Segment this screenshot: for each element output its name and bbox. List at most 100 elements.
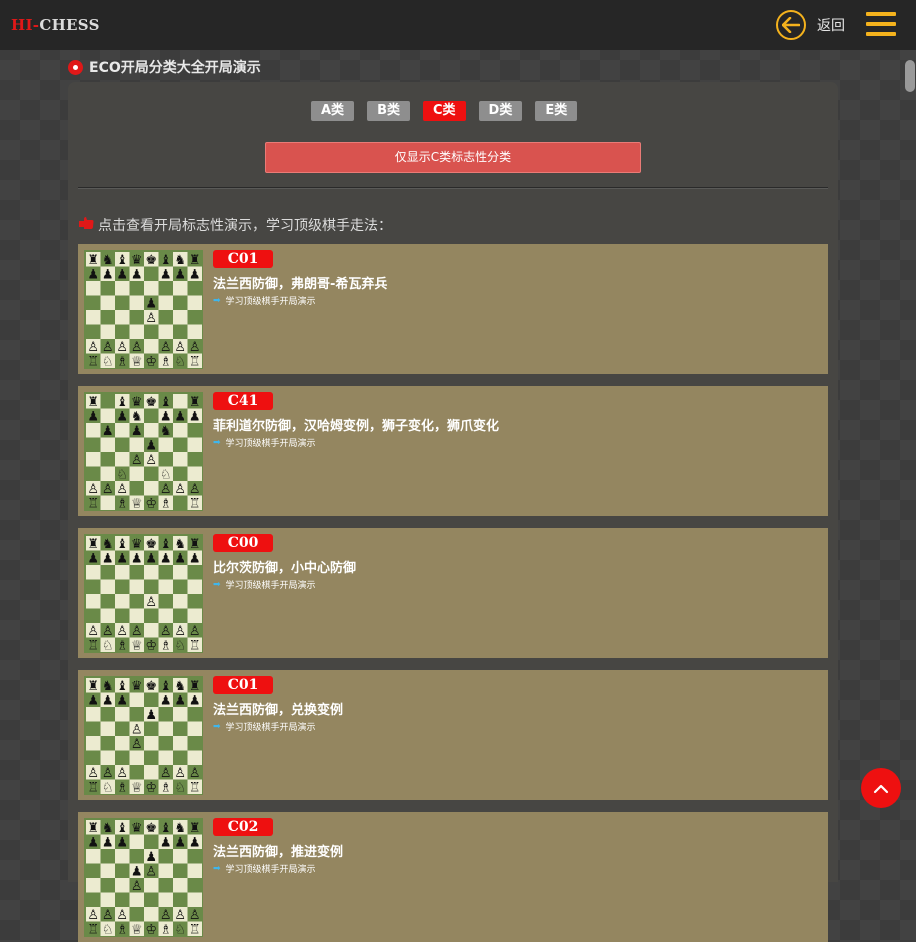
arrow-right-icon: ➡	[213, 437, 221, 448]
demo-link[interactable]: ➡ 学习顶级棋手开局演示	[213, 294, 316, 308]
svg-text:♖: ♖	[87, 922, 99, 937]
svg-text:♝: ♝	[160, 821, 172, 836]
svg-text:♗: ♗	[116, 638, 128, 653]
svg-text:♗: ♗	[160, 496, 172, 511]
eco-code-badge: C01	[213, 250, 273, 268]
tab-a[interactable]: A类	[311, 101, 355, 121]
svg-text:♛: ♛	[131, 395, 143, 410]
svg-text:♜: ♜	[87, 821, 99, 836]
svg-text:♘: ♘	[102, 638, 114, 653]
logo-chess: CHESS	[39, 16, 100, 34]
svg-text:♙: ♙	[102, 482, 114, 497]
svg-text:♜: ♜	[189, 537, 201, 552]
svg-text:♝: ♝	[160, 253, 172, 268]
opening-card[interactable]: ♜ ♝ ♛ ♚ ♝ ♜ ♟ ♟ ♞ ♟ ♟ ♟ ♟ ♟ ♞ ♟ ♙ ♙ ♘ ♘ ♙ ♙ ♙ ♙ ♙ ♙ ♖ ♗ ♕ ♔ ♗ ♖ C41 菲利道…	[78, 386, 828, 516]
svg-text:♟: ♟	[102, 693, 114, 708]
arrow-left-circle-icon	[776, 10, 806, 40]
eco-code-badge: C41	[213, 392, 273, 410]
svg-text:♔: ♔	[145, 922, 157, 937]
back-button[interactable]: 返回	[776, 10, 845, 40]
svg-text:♙: ♙	[87, 766, 99, 781]
svg-text:♟: ♟	[160, 409, 172, 424]
board-thumbnail: ♜ ♞ ♝ ♛ ♚ ♝ ♞ ♜ ♟ ♟ ♟ ♟ ♟ ♟ ♟ ♟ ♙ ♙ ♙ ♙ ♙ ♙ ♙ ♙ ♖ ♘ ♗ ♕ ♔ ♗ ♘ ♖	[84, 534, 203, 653]
svg-text:♟: ♟	[189, 267, 201, 282]
opening-card[interactable]: ♜ ♞ ♝ ♛ ♚ ♝ ♞ ♜ ♟ ♟ ♟ ♟ ♟ ♟ ♟ ♟ ♙ ♙ ♙ ♙ ♙ ♙ ♙ ♙ ♖ ♘ ♗ ♕ ♔ ♗ ♘ ♖ C01 法兰西…	[78, 244, 828, 374]
tab-e[interactable]: E类	[535, 101, 578, 121]
demo-link[interactable]: ➡ 学习顶级棋手开局演示	[213, 720, 316, 734]
filter-button[interactable]: 仅显示C类标志性分类	[265, 142, 641, 173]
opening-card[interactable]: ♜ ♞ ♝ ♛ ♚ ♝ ♞ ♜ ♟ ♟ ♟ ♟ ♟ ♟ ♟ ♟ ♙ ♙ ♙ ♙ ♙ ♙ ♙ ♙ ♖ ♘ ♗ ♕ ♔ ♗ ♘ ♖ C02 法兰西…	[78, 812, 828, 942]
demo-link-text: 学习顶级棋手开局演示	[225, 723, 316, 733]
svg-text:♗: ♗	[116, 780, 128, 795]
tab-c[interactable]: C类	[422, 101, 466, 121]
opening-card[interactable]: ♜ ♞ ♝ ♛ ♚ ♝ ♞ ♜ ♟ ♟ ♟ ♟ ♟ ♟ ♟ ♙ ♙ ♙ ♙ ♙ ♙ ♙ ♙ ♖ ♘ ♗ ♕ ♔ ♗ ♘ ♖ C01 法兰西防…	[78, 670, 828, 800]
hamburger-icon[interactable]	[866, 12, 896, 38]
svg-text:♙: ♙	[131, 624, 143, 639]
svg-text:♟: ♟	[145, 296, 157, 311]
svg-text:♟: ♟	[160, 693, 172, 708]
svg-text:♜: ♜	[189, 679, 201, 694]
svg-text:♚: ♚	[145, 253, 157, 268]
svg-text:♘: ♘	[174, 354, 186, 369]
svg-text:♜: ♜	[189, 395, 201, 410]
svg-text:♖: ♖	[87, 496, 99, 511]
svg-text:♔: ♔	[145, 354, 157, 369]
svg-text:♙: ♙	[160, 766, 172, 781]
svg-text:♟: ♟	[116, 551, 128, 566]
svg-text:♟: ♟	[174, 551, 186, 566]
svg-text:♕: ♕	[131, 354, 143, 369]
svg-text:♟: ♟	[131, 551, 143, 566]
svg-text:♔: ♔	[145, 638, 157, 653]
red-dot-icon	[68, 59, 83, 75]
svg-text:♗: ♗	[116, 922, 128, 937]
arrow-right-icon: ➡	[213, 721, 221, 732]
svg-text:♙: ♙	[131, 722, 143, 737]
opening-card[interactable]: ♜ ♞ ♝ ♛ ♚ ♝ ♞ ♜ ♟ ♟ ♟ ♟ ♟ ♟ ♟ ♟ ♙ ♙ ♙ ♙ ♙ ♙ ♙ ♙ ♖ ♘ ♗ ♕ ♔ ♗ ♘ ♖ C00 比尔茨…	[78, 528, 828, 658]
svg-text:♛: ♛	[131, 821, 143, 836]
svg-text:♙: ♙	[145, 311, 157, 326]
board-thumbnail: ♜ ♞ ♝ ♛ ♚ ♝ ♞ ♜ ♟ ♟ ♟ ♟ ♟ ♟ ♟ ♙ ♙ ♙ ♙ ♙ ♙ ♙ ♙ ♖ ♘ ♗ ♕ ♔ ♗ ♘ ♖	[84, 676, 203, 795]
svg-text:♜: ♜	[87, 395, 99, 410]
svg-text:♞: ♞	[174, 537, 186, 552]
svg-text:♟: ♟	[102, 267, 114, 282]
demo-link[interactable]: ➡ 学习顶级棋手开局演示	[213, 578, 316, 592]
svg-text:♙: ♙	[87, 340, 99, 355]
svg-text:♟: ♟	[102, 424, 114, 439]
svg-text:♟: ♟	[174, 835, 186, 850]
board-thumbnail: ♜ ♞ ♝ ♛ ♚ ♝ ♞ ♜ ♟ ♟ ♟ ♟ ♟ ♟ ♟ ♟ ♙ ♙ ♙ ♙ ♙ ♙ ♙ ♙ ♖ ♘ ♗ ♕ ♔ ♗ ♘ ♖	[84, 818, 203, 937]
svg-text:♙: ♙	[145, 595, 157, 610]
svg-text:♟: ♟	[145, 708, 157, 723]
logo-hi: HI-	[11, 16, 40, 34]
chevron-up-icon	[873, 779, 889, 798]
opening-name: 法兰西防御，弗朗哥-希瓦弃兵	[213, 277, 388, 292]
svg-text:♜: ♜	[87, 253, 99, 268]
svg-text:♗: ♗	[160, 780, 172, 795]
svg-text:♝: ♝	[116, 395, 128, 410]
top-bar: HI-CHESS 返回	[0, 0, 916, 50]
svg-text:♛: ♛	[131, 679, 143, 694]
svg-text:♖: ♖	[189, 638, 201, 653]
svg-text:♟: ♟	[160, 835, 172, 850]
svg-text:♙: ♙	[174, 482, 186, 497]
scrollbar-track[interactable]	[904, 50, 916, 858]
svg-text:♖: ♖	[87, 780, 99, 795]
svg-text:♝: ♝	[160, 679, 172, 694]
svg-text:♖: ♖	[87, 354, 99, 369]
svg-text:♙: ♙	[160, 340, 172, 355]
back-to-top-button[interactable]	[861, 768, 901, 808]
svg-text:♟: ♟	[160, 267, 172, 282]
svg-text:♙: ♙	[87, 482, 99, 497]
demo-link[interactable]: ➡ 学习顶级棋手开局演示	[213, 862, 316, 876]
tab-d[interactable]: D类	[478, 101, 523, 121]
demo-link[interactable]: ➡ 学习顶级棋手开局演示	[213, 436, 316, 450]
svg-text:♘: ♘	[160, 467, 172, 482]
svg-text:♙: ♙	[174, 766, 186, 781]
svg-text:♞: ♞	[160, 424, 172, 439]
site-logo[interactable]: HI-CHESS	[11, 16, 100, 34]
arrow-right-icon: ➡	[213, 579, 221, 590]
scrollbar-thumb[interactable]	[905, 60, 915, 92]
tab-b[interactable]: B类	[367, 101, 410, 121]
svg-text:♛: ♛	[131, 537, 143, 552]
eco-code-badge: C01	[213, 676, 273, 694]
svg-text:♝: ♝	[116, 537, 128, 552]
